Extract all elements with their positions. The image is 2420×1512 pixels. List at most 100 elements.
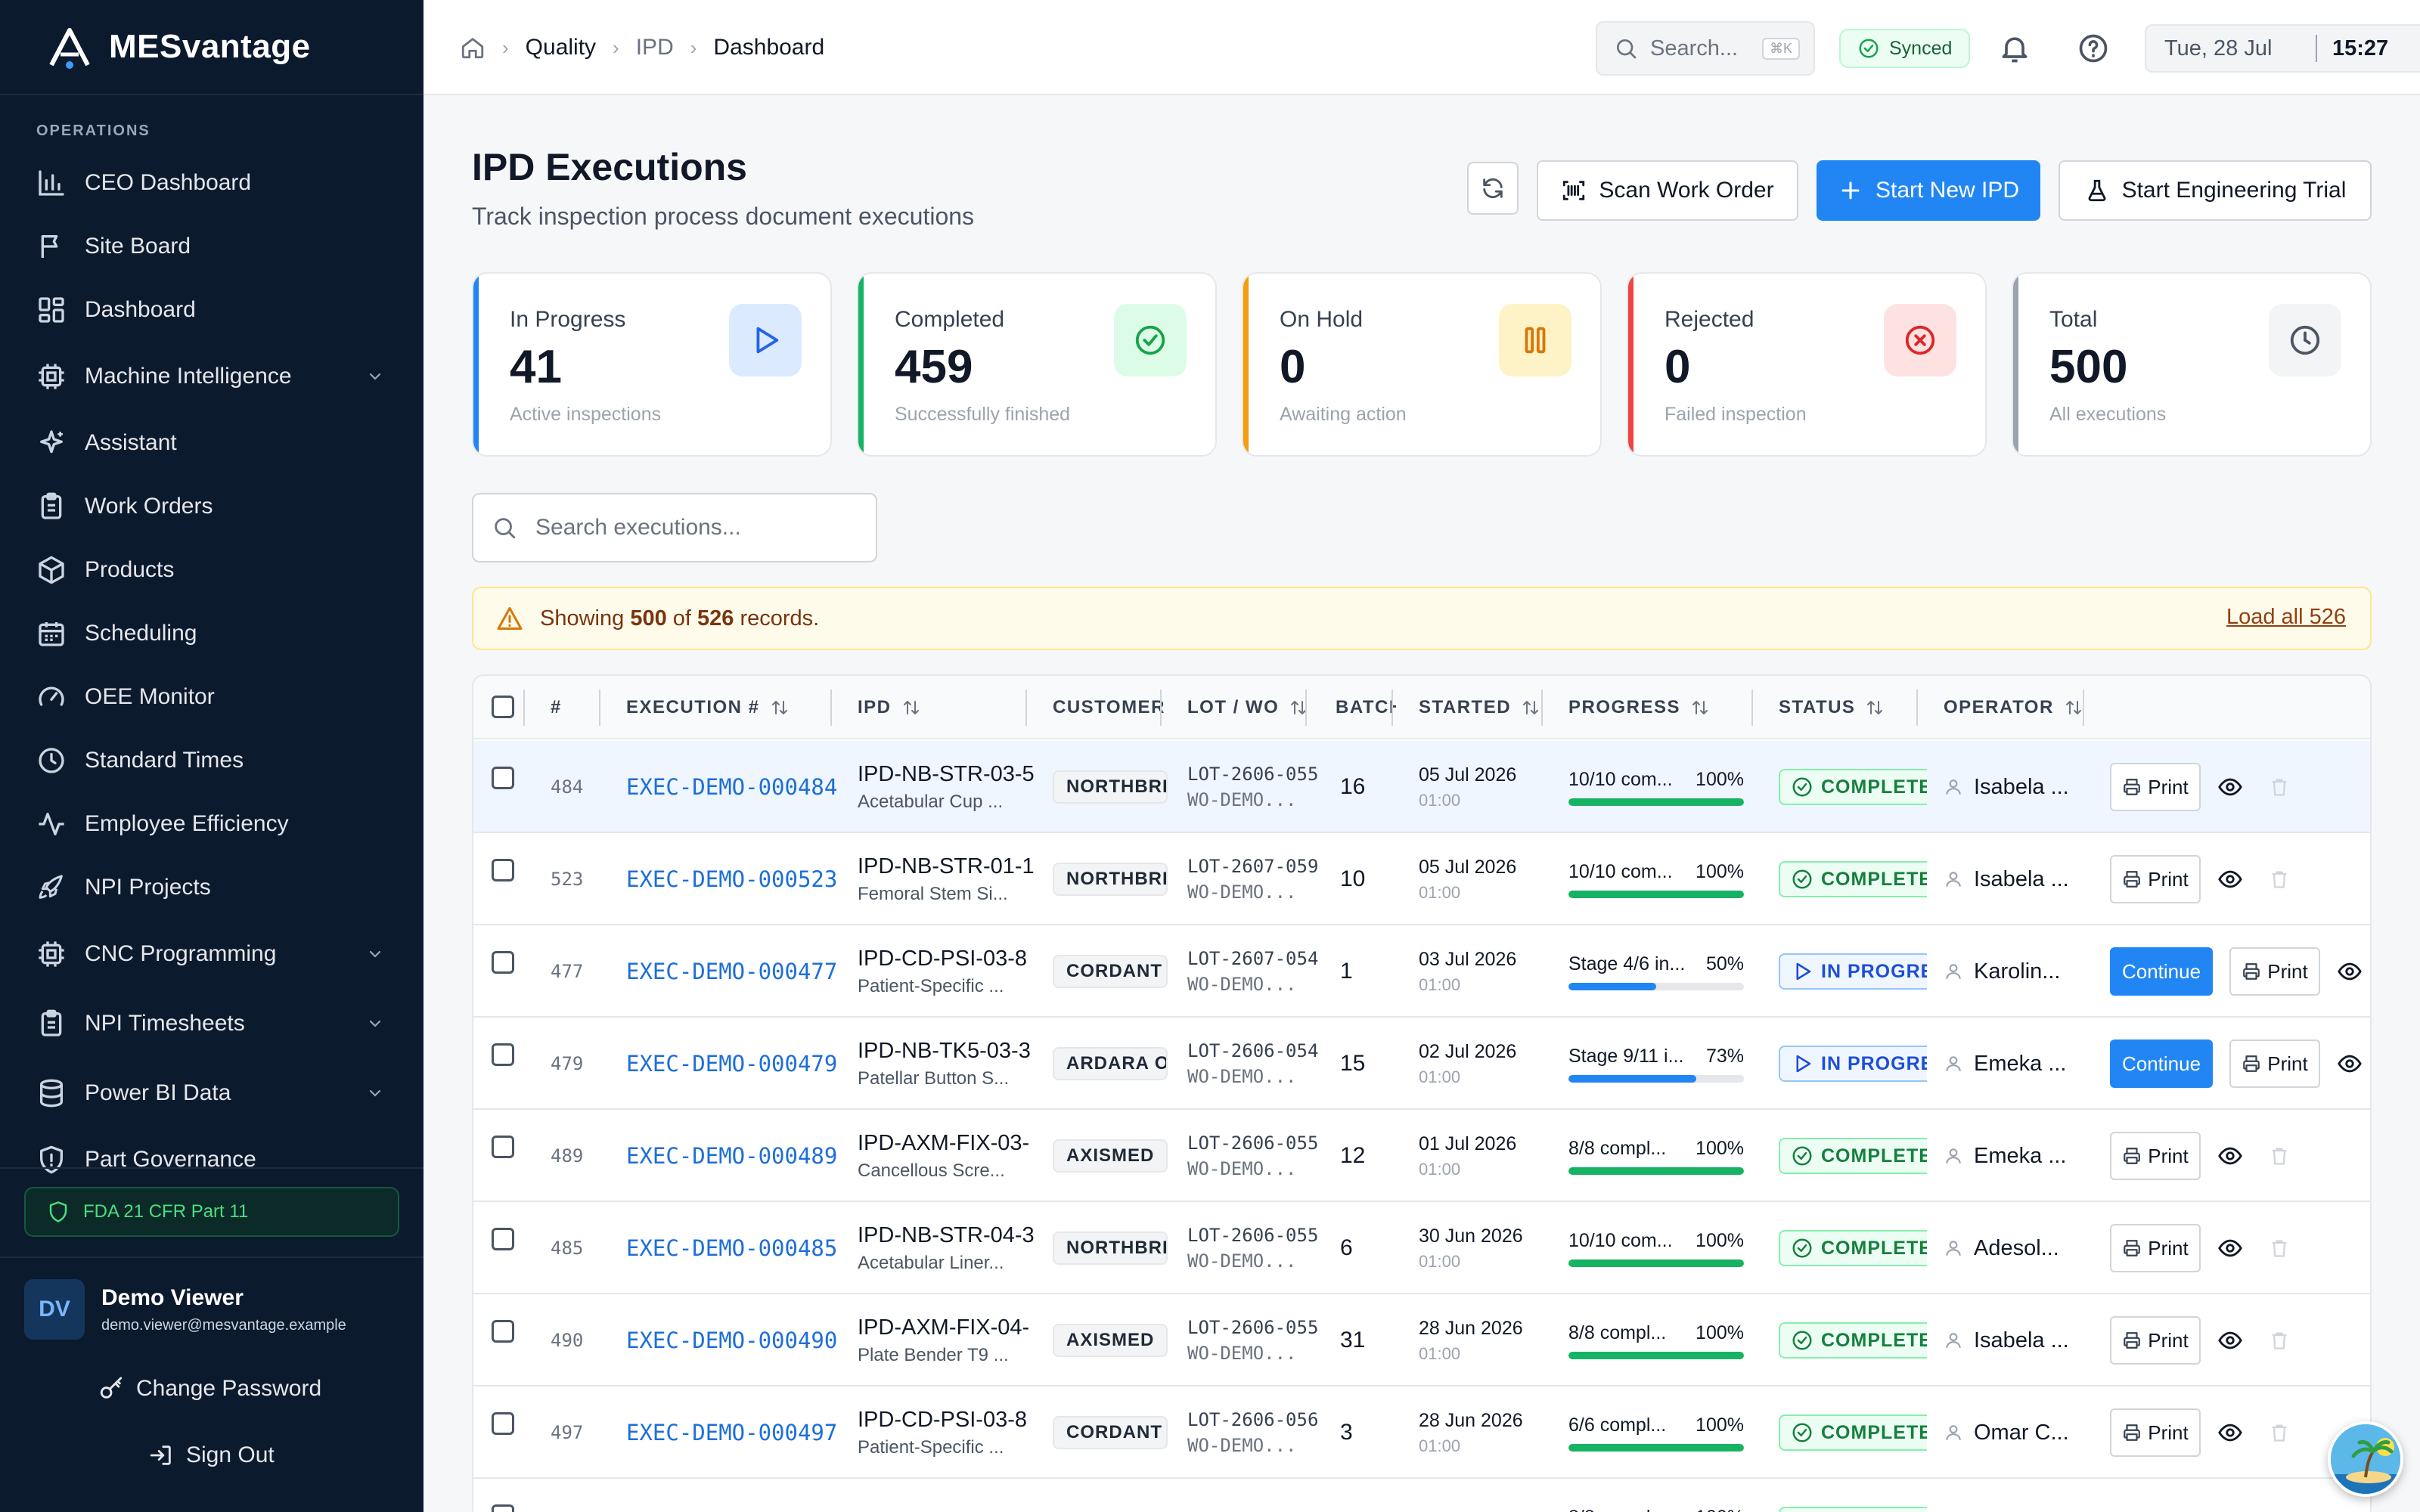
table-row[interactable]: 485 EXEC-DEMO-000485 IPD-NB-STR-04-3 Acetab… [473,1202,2370,1294]
load-all-link[interactable]: Load all 526 [2226,605,2346,630]
table-row[interactable]: 497 EXEC-DEMO-000497 IPD-CD-PSI-03-8 Patien… [473,1387,2370,1479]
trash-icon[interactable] [2269,1422,2290,1443]
execution-number-link[interactable]: EXEC-DEMO-000489 [626,1143,838,1169]
assistant-avatar-button[interactable] [2328,1421,2403,1497]
sidebar-item-power-bi-data[interactable]: Power BI Data [0,1058,424,1128]
sidebar-item-machine-intelligence[interactable]: Machine Intelligence [0,342,424,411]
sidebar-item-ceo-dashboard[interactable]: CEO Dashboard [0,151,424,215]
row-checkbox[interactable] [492,1320,514,1343]
home-icon[interactable] [460,35,486,60]
execution-number-link[interactable]: EXEC-DEMO-000490 [626,1328,838,1353]
start-engineering-trial-button[interactable]: Start Engineering Trial [2059,160,2372,221]
breadcrumb-quality[interactable]: Quality [526,35,596,60]
print-button[interactable]: Print [2229,947,2320,996]
table-row[interactable]: 477 EXEC-DEMO-000477 IPD-CD-PSI-03-8 Patien… [473,925,2370,1018]
execution-number-link[interactable]: EXEC-DEMO-000484 [626,774,838,800]
table-row[interactable]: 479 EXEC-DEMO-000479 IPD-NB-TK5-03-3 Patell… [473,1018,2370,1110]
stat-card-in-progress[interactable]: In Progress 41 Active inspections [472,272,832,457]
execution-number-link[interactable]: EXEC-DEMO-000523 [626,866,838,892]
column-header-label: STATUS [1779,697,1856,717]
eye-icon[interactable] [2217,1143,2243,1169]
row-checkbox[interactable] [492,1228,514,1250]
cell-status: COMPLETE [1779,741,1930,833]
print-button[interactable]: Print [2229,1040,2320,1088]
table-row[interactable]: 489 EXEC-DEMO-000489 IPD-AXM-FIX-03- Cancel… [473,1110,2370,1202]
executions-search-input[interactable]: Search executions... [472,493,877,562]
row-checkbox[interactable] [492,1043,514,1066]
trash-icon[interactable] [2269,1238,2290,1259]
global-search[interactable]: Search... ⌘K [1596,21,1815,76]
eye-icon[interactable] [2217,774,2243,800]
trash-icon[interactable] [2269,776,2290,798]
sidebar-item-site-board[interactable]: Site Board [0,215,424,278]
eye-icon[interactable] [2217,866,2243,892]
eye-icon[interactable] [2337,1051,2363,1077]
column-header-operator[interactable]: OPERATOR [1944,676,2087,739]
refresh-button[interactable] [1467,162,1519,215]
continue-button[interactable]: Continue [2110,1040,2213,1088]
print-button[interactable]: Print [2110,1408,2201,1457]
trash-icon[interactable] [2269,1145,2290,1167]
row-checkbox[interactable] [492,767,514,789]
sidebar-item-dashboard[interactable]: Dashboard [0,278,424,342]
cell-progress: 8/8 compl... 100% [1568,1294,1758,1387]
sidebar-item-products[interactable]: Products [0,538,424,602]
sign-out-link[interactable]: Sign Out [148,1442,275,1468]
breadcrumb-ipd[interactable]: IPD [636,35,674,60]
table-row[interactable]: 484 EXEC-DEMO-000484 IPD-NB-STR-03-5 Acetab… [473,741,2370,833]
eye-icon[interactable] [2217,1328,2243,1353]
stat-card-on-hold[interactable]: On Hold 0 Awaiting action [1242,272,1602,457]
sidebar-item-scheduling[interactable]: Scheduling [0,602,424,665]
print-button[interactable]: Print [2110,1224,2201,1272]
table-row[interactable]: IPD-AXM-FIX-02- LOT-2606-055 28 Jun 2026 8/… [473,1479,2370,1512]
sidebar-item-npi-projects[interactable]: NPI Projects [0,856,424,919]
eye-icon[interactable] [2217,1420,2243,1445]
print-button[interactable]: Print [2110,855,2201,903]
eye-icon[interactable] [2217,1235,2243,1261]
stat-card-rejected[interactable]: Rejected 0 Failed inspection [1627,272,1987,457]
execution-number-link[interactable]: EXEC-DEMO-000485 [626,1235,838,1261]
row-checkbox[interactable] [492,859,514,881]
help-icon[interactable] [2077,32,2110,65]
execution-number-link[interactable]: EXEC-DEMO-000479 [626,1051,838,1077]
stat-card-total[interactable]: Total 500 All executions [2012,272,2372,457]
column-header-started[interactable]: STARTED [1419,676,1540,739]
row-checkbox[interactable] [492,1504,514,1512]
eye-icon[interactable] [2337,959,2363,984]
row-checkbox[interactable] [492,1412,514,1435]
print-button[interactable]: Print [2110,1316,2201,1365]
row-checkbox[interactable] [492,1136,514,1158]
trash-icon[interactable] [2269,869,2290,890]
column-header-ipd[interactable]: IPD [858,676,1024,739]
table-row[interactable]: 490 EXEC-DEMO-000490 IPD-AXM-FIX-04- Plate … [473,1294,2370,1387]
sidebar-item-employee-efficiency[interactable]: Employee Efficiency [0,792,424,856]
sidebar-item-cnc-programming[interactable]: CNC Programming [0,919,424,989]
row-checkbox[interactable] [492,951,514,974]
scan-work-order-button[interactable]: Scan Work Order [1537,160,1798,221]
stat-card-completed[interactable]: Completed 459 Successfully finished [857,272,1217,457]
print-button[interactable]: Print [2110,1132,2201,1180]
bell-icon[interactable] [1998,32,2031,65]
brand[interactable]: MESvantage [0,0,424,95]
execution-number-link[interactable]: EXEC-DEMO-000497 [626,1420,838,1445]
sidebar-item-oee-monitor[interactable]: OEE Monitor [0,665,424,729]
sidebar-item-part-governance[interactable]: Part Governance [0,1128,424,1191]
start-new-ipd-button[interactable]: Start New IPD [1817,160,2040,221]
column-header-execution[interactable]: EXECUTION # [626,676,830,739]
column-header-lot-wo[interactable]: LOT / WO [1187,676,1316,739]
sidebar-item-npi-timesheets[interactable]: NPI Timesheets [0,989,424,1058]
execution-number-link[interactable]: EXEC-DEMO-000477 [626,959,838,984]
sidebar-item-assistant[interactable]: Assistant [0,411,424,475]
column-header-progress[interactable]: PROGRESS [1568,676,1750,739]
sidebar-item-work-orders[interactable]: Work Orders [0,475,424,538]
trash-icon[interactable] [2269,1330,2290,1351]
table-row[interactable]: 523 EXEC-DEMO-000523 IPD-NB-STR-01-1 Femora… [473,833,2370,925]
column-header-status[interactable]: STATUS [1779,676,1922,739]
print-button[interactable]: Print [2110,763,2201,811]
sidebar-item-standard-times[interactable]: Standard Times [0,729,424,792]
customer-badge: NORTHBRII [1053,863,1168,896]
row-number: 479 [551,1053,584,1074]
continue-button[interactable]: Continue [2110,947,2213,996]
change-password-link[interactable]: Change Password [98,1376,321,1402]
select-all-checkbox[interactable] [492,696,514,718]
